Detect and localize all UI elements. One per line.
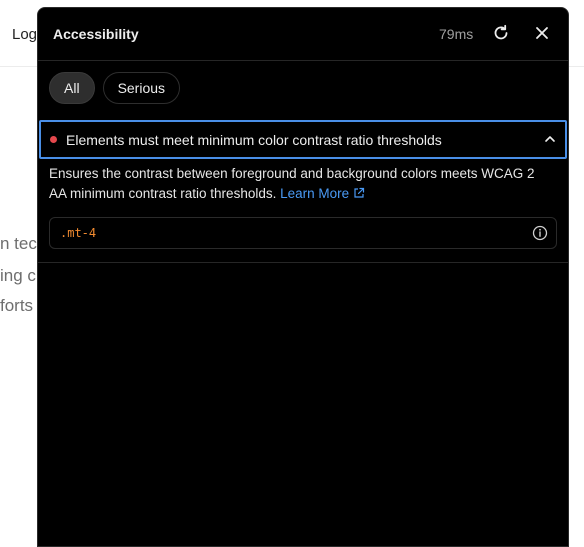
panel-title: Accessibility	[53, 26, 139, 42]
severity-filters: All Serious	[49, 72, 181, 104]
background-text-line: n tec	[0, 234, 37, 253]
css-selector: .mt-4	[60, 226, 97, 240]
issue-row[interactable]: Elements must meet minimum color contras…	[39, 120, 567, 159]
element-selector-row[interactable]: .mt-4	[49, 217, 557, 249]
issue-description: Ensures the contrast between foreground …	[49, 164, 549, 204]
learn-more-link[interactable]: Learn More	[280, 186, 365, 201]
refresh-button[interactable]	[490, 22, 512, 44]
chevron-up-icon[interactable]	[543, 132, 557, 151]
external-link-icon	[354, 187, 365, 198]
close-icon	[536, 27, 548, 39]
filter-serious[interactable]: Serious	[102, 72, 181, 104]
accessibility-panel: Accessibility 79ms All Serious Elements …	[37, 7, 569, 547]
severity-indicator	[50, 136, 57, 143]
issue-title: Elements must meet minimum color contras…	[66, 131, 442, 148]
panel-header: Accessibility 79ms	[38, 8, 568, 61]
login-link[interactable]: Log	[12, 26, 37, 43]
divider	[38, 262, 568, 263]
refresh-icon	[494, 24, 508, 40]
info-icon[interactable]	[532, 225, 548, 246]
background-text-line: ing c	[0, 266, 36, 285]
background-text-line: forts	[0, 296, 34, 315]
timing-label: 79ms	[439, 26, 474, 42]
filter-all[interactable]: All	[49, 72, 95, 104]
close-button[interactable]	[531, 22, 553, 44]
